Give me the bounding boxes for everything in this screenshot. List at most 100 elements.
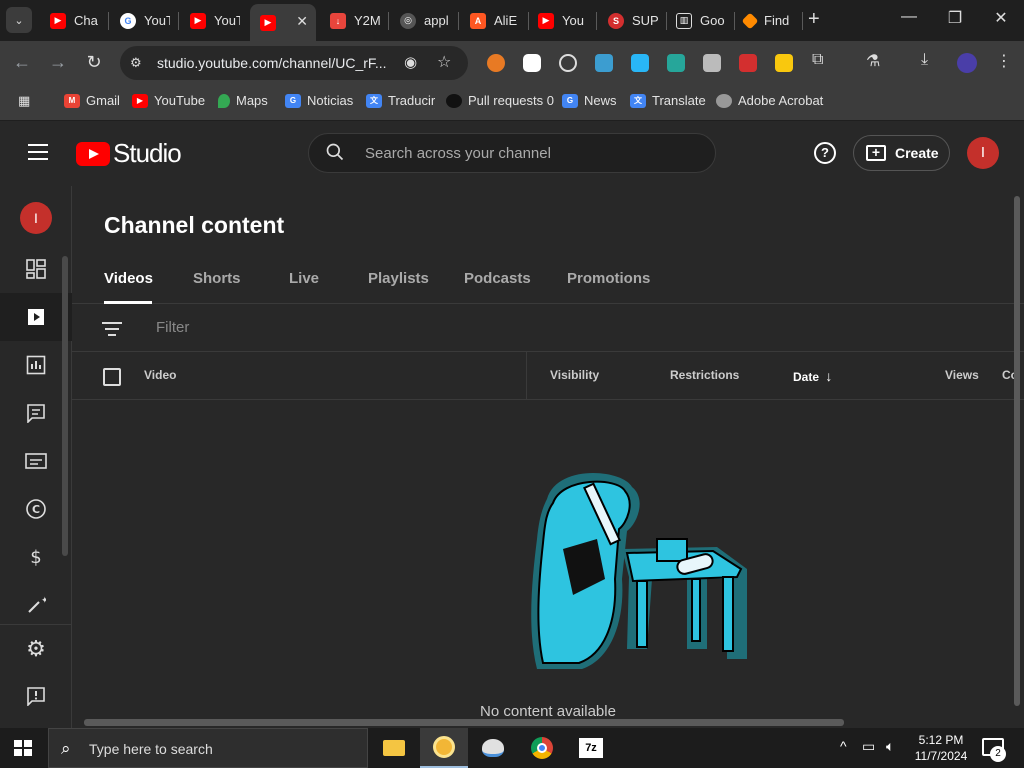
channel-search-input[interactable]: Search across your channel (308, 133, 716, 173)
close-window-icon[interactable]: ✕ (986, 8, 1016, 28)
download-icon: ↓ (330, 12, 346, 29)
extension-3-icon[interactable] (559, 54, 577, 72)
eye-icon[interactable]: ◉ (404, 53, 417, 71)
restore-icon[interactable]: ❐ (940, 8, 970, 28)
browser-tab-8[interactable]: ▶ You (528, 4, 596, 37)
filter-bar[interactable]: Filter (72, 304, 1024, 352)
network-icon[interactable]: ▭ (862, 738, 875, 755)
tab-videos[interactable]: Videos (104, 270, 153, 287)
filter-icon[interactable] (102, 322, 122, 340)
profile-icon[interactable] (957, 53, 977, 73)
browser-tab-9[interactable]: S SUP (598, 4, 666, 37)
browser-tab-11[interactable]: Find (734, 4, 802, 37)
bookmark-noticias[interactable]: G Noticias (285, 93, 353, 108)
extension-5-icon[interactable] (631, 54, 649, 72)
bookmark-gmail[interactable]: M Gmail (64, 93, 120, 108)
labs-flask-icon[interactable]: ⚗ (866, 51, 880, 71)
tab-podcasts[interactable]: Podcasts (464, 270, 531, 287)
browser-tab-6[interactable]: ◎ appl (390, 4, 458, 37)
hamburger-menu-icon[interactable] (28, 144, 48, 160)
browser-tab-3[interactable]: ▶ YouT (180, 4, 248, 37)
channel-avatar[interactable]: I (20, 202, 52, 234)
extensions-puzzle-icon[interactable]: ⧉ (812, 51, 823, 69)
tab-shorts[interactable]: Shorts (193, 270, 241, 287)
address-bar[interactable]: ⚙ studio.youtube.com/channel/UC_rF... ◉ … (120, 46, 468, 80)
column-views: Views (945, 368, 979, 382)
chrome-icon[interactable] (518, 728, 566, 768)
browser-tab-active[interactable]: ▶ ✕ (250, 4, 316, 41)
browser-tab-5[interactable]: ↓ Y2M (320, 4, 388, 37)
forward-arrow-icon[interactable]: → (46, 52, 70, 73)
studio-logo[interactable]: Studio (76, 138, 182, 169)
page-title: Channel content (104, 212, 285, 238)
svg-text:✦: ✦ (41, 596, 46, 606)
help-icon[interactable]: ? (814, 142, 836, 164)
filter-input[interactable]: Filter (156, 319, 189, 336)
apps-grid-icon[interactable]: ▦ (18, 93, 30, 109)
channel-content-main: Channel content Videos Shorts Live Playl… (72, 186, 1024, 728)
sidebar-item-feedback[interactable] (0, 672, 72, 720)
tray-expand-icon[interactable]: ^ (840, 738, 847, 754)
bookmark-traducir[interactable]: 文 Traducir (366, 93, 435, 108)
youtube-icon: ▶ (132, 93, 148, 108)
bookmark-pull-requests[interactable]: Pull requests 0 (446, 93, 554, 108)
browser-tab-10[interactable]: ▥ Goo (666, 4, 734, 37)
column-date[interactable]: Date ↓ (793, 368, 832, 384)
tab-promotions[interactable]: Promotions (567, 270, 650, 287)
translate-icon: 文 (630, 93, 646, 108)
tab-search-button[interactable]: ⌄ (6, 7, 32, 33)
tab-playlists[interactable]: Playlists (368, 270, 429, 287)
extension-4-icon[interactable] (595, 54, 613, 72)
system-clock[interactable]: 5:12 PM 11/7/2024 (910, 732, 972, 764)
select-all-checkbox[interactable] (103, 368, 121, 386)
sidebar-item-settings[interactable]: ⚙ (0, 624, 72, 672)
extension-1-icon[interactable] (487, 54, 505, 72)
extension-8-icon[interactable] (739, 54, 757, 72)
browser-tab-1[interactable]: ▶ Cha (40, 4, 108, 37)
column-divider[interactable] (526, 352, 527, 400)
file-explorer-icon[interactable] (370, 728, 418, 768)
bookmark-youtube[interactable]: ▶ YouTube (132, 93, 205, 108)
account-avatar[interactable]: I (967, 137, 999, 169)
close-tab-icon[interactable]: ✕ (296, 13, 308, 30)
taskbar-search-box[interactable]: ⌕ Type here to search (48, 728, 368, 768)
vertical-scrollbar[interactable] (1014, 196, 1020, 706)
youtube-icon: ▶ (50, 12, 66, 29)
bookmark-star-icon[interactable]: ☆ (437, 52, 451, 72)
aliexpress-icon: A (470, 12, 486, 29)
more-menu-icon[interactable]: ⋮ (996, 51, 1012, 71)
google-news-icon: G (285, 93, 301, 108)
browser-tab-2[interactable]: G YouT (110, 4, 178, 37)
youtube-studio-icon: ▶ (260, 14, 276, 31)
browser-tab-7[interactable]: A AliE (460, 4, 528, 37)
bookmark-maps[interactable]: Maps (218, 93, 268, 108)
horizontal-scrollbar[interactable] (84, 719, 844, 726)
extension-7-icon[interactable] (703, 54, 721, 72)
create-button[interactable]: + Create (853, 135, 950, 171)
reload-icon[interactable]: ↻ (82, 52, 106, 73)
extension-9-icon[interactable] (775, 54, 793, 72)
studio-sidebar: I C $ ✦ ⚙ (0, 186, 72, 728)
chrome-canary-icon[interactable] (420, 728, 468, 768)
windows-start-icon[interactable] (14, 740, 32, 756)
feedback-icon (27, 687, 45, 706)
create-video-icon: + (866, 145, 886, 161)
url-text[interactable]: studio.youtube.com/channel/UC_rF... (157, 55, 387, 71)
bookmark-translate[interactable]: 文 Translate (630, 93, 706, 108)
sidebar-scrollbar[interactable] (62, 256, 68, 556)
bookmark-news[interactable]: G News (562, 93, 617, 108)
minimize-icon[interactable]: — (894, 8, 924, 26)
tab-live[interactable]: Live (289, 270, 319, 287)
extension-2-icon[interactable] (523, 54, 541, 72)
paint-app-icon[interactable] (469, 728, 517, 768)
download-icon[interactable]: ⤓ (921, 51, 928, 69)
volume-icon[interactable]: 🔈︎ (886, 738, 894, 755)
new-tab-button[interactable]: + (808, 8, 820, 31)
site-info-icon[interactable]: ⚙ (130, 55, 142, 71)
extension-6-icon[interactable] (667, 54, 685, 72)
empty-state-illustration (531, 473, 747, 669)
7zip-icon[interactable]: 7z (567, 728, 615, 768)
back-arrow-icon[interactable]: ← (10, 52, 34, 73)
bookmark-adobe-acrobat[interactable]: Adobe Acrobat (716, 93, 823, 108)
sidebar-item-customization[interactable]: ✦ (0, 581, 72, 629)
